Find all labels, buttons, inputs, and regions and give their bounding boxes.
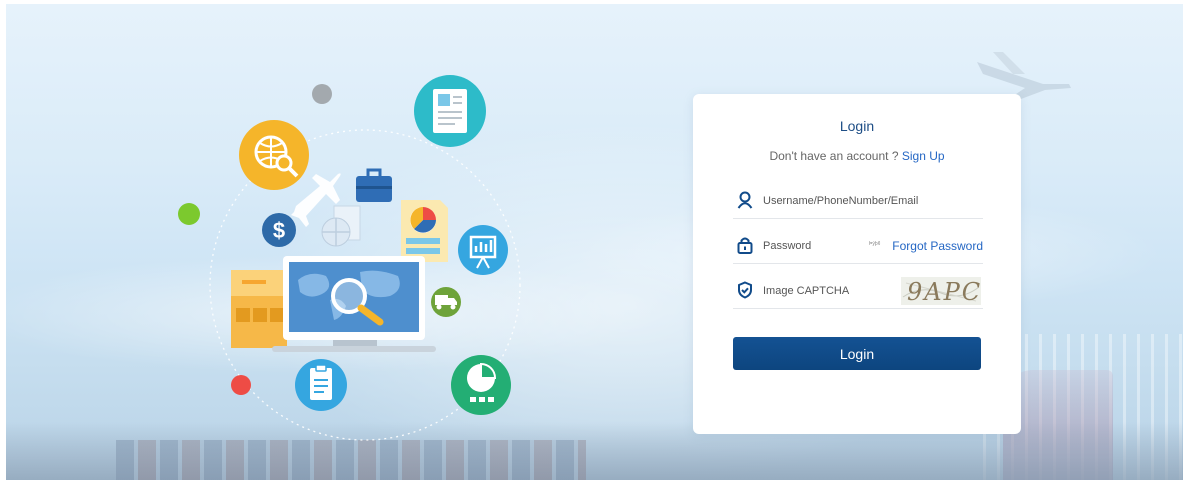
captcha-image[interactable]: 9APC (901, 277, 981, 305)
monitor-map-icon (272, 256, 436, 352)
login-button[interactable]: Login (733, 337, 981, 370)
globe-search-icon (239, 120, 309, 190)
briefcase-icon (356, 168, 392, 202)
pie-chart-icon (451, 355, 511, 415)
username-input[interactable] (761, 190, 965, 212)
signup-prompt-text: Don't have an account ? (769, 149, 902, 163)
shield-check-icon (738, 281, 752, 299)
login-title: Login (839, 118, 875, 134)
captcha-field: 9APC (733, 275, 983, 309)
signup-link[interactable]: Sign Up (902, 149, 945, 163)
svg-text:$: $ (273, 218, 285, 243)
grey-dot (312, 84, 332, 104)
clipboard-icon (295, 359, 347, 411)
green-dot (178, 203, 200, 225)
pie-report-icon (401, 200, 448, 262)
presentation-chart-icon (458, 225, 508, 275)
folder-icon (231, 270, 287, 348)
delivery-truck-icon (431, 287, 461, 317)
login-card: Login Don't have an account ? Sign Up Þý… (693, 94, 1021, 434)
lock-icon (737, 237, 753, 254)
password-field: Þýþ¢ Forgot Password (733, 230, 983, 264)
forgot-password-link[interactable]: Forgot Password (892, 239, 983, 253)
red-dot (231, 375, 251, 395)
globe-document-icon (321, 205, 361, 247)
password-visibility-toggle[interactable]: Þýþ¢ (869, 241, 880, 247)
signup-prompt: Don't have an account ? Sign Up (693, 149, 1021, 163)
dollar-icon: $ (262, 213, 296, 247)
user-icon (737, 191, 753, 209)
username-field (733, 185, 983, 219)
document-icon (414, 75, 486, 147)
captcha-input[interactable] (761, 280, 895, 302)
captcha-text: 9APC (907, 278, 981, 305)
